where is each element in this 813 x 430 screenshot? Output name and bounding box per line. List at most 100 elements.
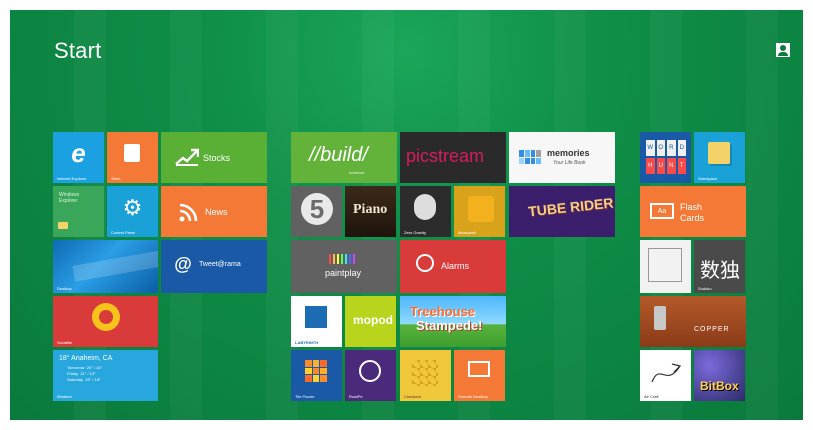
tile-label: Notespace	[698, 176, 718, 181]
memories-logo-icon	[519, 150, 541, 164]
tile-control-panel[interactable]: ⚙ Control Panel	[107, 186, 158, 237]
treehouse-line2: Stampede!	[416, 318, 483, 333]
build-subtext: windows	[349, 170, 365, 175]
picstream-text: picstream	[406, 146, 485, 166]
tile-store[interactable]: Store	[107, 132, 158, 183]
tile-label: Weather	[57, 394, 73, 399]
treehouse-line1: Treehouse	[410, 304, 476, 319]
letter: N	[667, 158, 676, 174]
five-logo-icon: 5	[301, 193, 333, 225]
paintplay-text: paintplay	[325, 268, 362, 278]
mopod-text: mopod	[353, 313, 393, 327]
tile-label: Control Panel	[111, 230, 136, 235]
tile-socialite[interactable]: Socialite	[53, 296, 158, 347]
windows-explorer-label: Windows Explorer	[59, 192, 80, 204]
tile-label: Internet Explorer	[57, 176, 87, 181]
tile-rowife[interactable]: RowiFe	[345, 350, 396, 401]
tweet-label: Tweet@rama	[199, 261, 241, 268]
paintplay-bars-icon	[329, 254, 355, 264]
tile-paintplay[interactable]: paintplay	[291, 240, 397, 293]
tile-puzzle-grid-icon	[305, 360, 327, 382]
tile-label: Socialite	[57, 340, 73, 345]
flash-cards-icon: Aa	[650, 203, 674, 219]
tile-desktop[interactable]: Desktop	[53, 240, 158, 293]
letter: W	[646, 140, 655, 156]
tile-sudoku[interactable]: 数独 Sudoku	[694, 240, 745, 293]
letter: O	[656, 140, 665, 156]
tile-notespace[interactable]: Notespace	[694, 132, 745, 183]
tile-labyrinth[interactable]: LABYRINTH	[291, 296, 342, 347]
flash-cards-line2: Cards	[680, 213, 705, 223]
tile-news[interactable]: News	[161, 186, 267, 237]
tile-windows-explorer[interactable]: Windows Explorer	[53, 186, 104, 237]
tile-label: Desktop	[57, 286, 72, 291]
alarms-label: Alarms	[441, 261, 470, 271]
news-label: News	[205, 207, 228, 217]
tile-label: Measureit	[458, 230, 476, 235]
tile-stocks[interactable]: Stocks	[161, 132, 267, 183]
tile-label: Tile Puzzle	[295, 394, 315, 399]
remote-desktop-icon	[468, 361, 490, 377]
weather-location: 18° Anaheim, CA	[59, 355, 113, 362]
tile-label: RowiFe	[349, 394, 363, 399]
tube-rider-text: TUBE RIDER	[527, 194, 615, 220]
gear-icon: ⚙	[122, 195, 143, 220]
tile-build[interactable]: //build/ windows	[291, 132, 397, 183]
flash-cards-line1: Flash	[680, 202, 703, 212]
user-avatar-icon[interactable]	[776, 43, 790, 57]
folder-icon	[58, 222, 68, 229]
tile-5[interactable]: 5	[291, 186, 342, 237]
tile-picstream[interactable]: picstream	[400, 132, 506, 183]
word-hunt-letters: W O R D H U N T	[646, 140, 686, 174]
checkers-board-icon	[412, 360, 438, 386]
internet-explorer-icon: e	[71, 137, 86, 168]
weather-forecast-1: Tomorrow 20° / 16°	[67, 365, 103, 370]
tile-treehouse-stampede[interactable]: Treehouse Stampede!	[400, 296, 506, 347]
bitbox-text: BitBox	[700, 379, 739, 393]
tile-copper[interactable]: COPPER	[640, 296, 746, 347]
copper-robot-icon	[654, 306, 666, 330]
at-sign-icon: @	[174, 253, 192, 274]
tile-memories[interactable]: memories Your Life Book	[509, 132, 615, 183]
tile-tile-puzzle[interactable]: Tile Puzzle	[291, 350, 342, 401]
air-craft-sketch-icon	[651, 363, 682, 383]
letter: H	[646, 158, 655, 174]
stocks-chart-icon	[175, 148, 199, 166]
tile-flash-cards[interactable]: Aa Flash Cards	[640, 186, 746, 237]
tile-checkers[interactable]: Checkers	[400, 350, 451, 401]
tile-internet-explorer[interactable]: e Internet Explorer	[53, 132, 104, 183]
piano-text: Piano	[353, 202, 388, 217]
build-text: //build/	[309, 144, 368, 166]
tile-label: Checkers	[404, 394, 421, 399]
start-title: Start	[54, 38, 102, 63]
tile-remote-desktop[interactable]: Remote Desktop	[454, 350, 505, 401]
notes-icon	[708, 142, 730, 164]
tile-label: Sudoku	[698, 286, 712, 291]
rss-icon	[179, 203, 198, 222]
tile-word-hunt[interactable]: W O R D H U N T	[640, 132, 691, 183]
tile-mopod[interactable]: mopod	[345, 296, 396, 347]
letter: U	[656, 158, 665, 174]
letter: R	[667, 140, 676, 156]
tile-zero-gravity[interactable]: Zero Gravity	[400, 186, 451, 237]
tile-bitbox[interactable]: BitBox	[694, 350, 745, 401]
letter: D	[677, 140, 686, 156]
character-icon	[414, 194, 436, 220]
tile-piano[interactable]: Piano	[345, 186, 396, 237]
tile-tweet-at-rama[interactable]: @ Tweet@rama	[161, 240, 267, 293]
socialite-bubble-icon	[92, 303, 120, 331]
tile-label: Air Craft	[644, 394, 659, 399]
five-text: 5	[309, 193, 325, 224]
tile-air-craft[interactable]: Air Craft	[640, 350, 691, 401]
tile-label: Store	[111, 176, 121, 181]
tile-sketch[interactable]	[640, 240, 691, 293]
tile-measureit[interactable]: Measureit	[454, 186, 505, 237]
rowife-circle-icon	[359, 360, 381, 382]
alarm-clock-icon	[416, 254, 434, 272]
sudoku-text: 数独	[700, 260, 740, 282]
tile-alarms[interactable]: Alarms	[400, 240, 506, 293]
tile-weather[interactable]: 18° Anaheim, CA Tomorrow 20° / 16° Frida…	[53, 350, 158, 401]
tile-tube-rider[interactable]: TUBE RIDER	[509, 186, 615, 237]
memories-subtitle: Your Life Book	[553, 160, 586, 166]
tile-label: LABYRINTH	[295, 340, 319, 345]
